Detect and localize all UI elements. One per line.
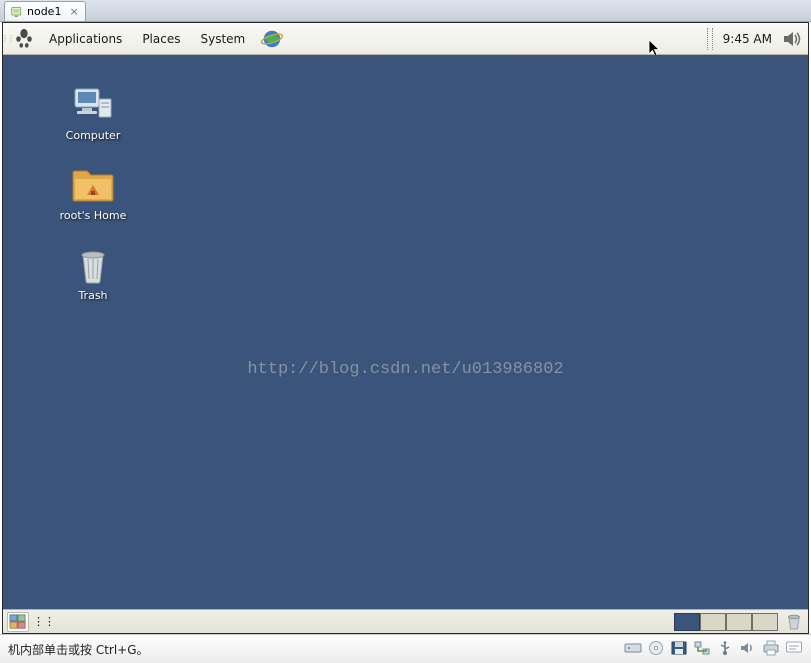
panel-right-cluster: 9:45 AM — [707, 23, 802, 54]
network-icon[interactable] — [693, 640, 711, 659]
panel-handle[interactable]: ⋮⋮ — [3, 23, 11, 54]
desktop-icon-computer[interactable]: Computer — [43, 85, 143, 142]
workspace-3[interactable] — [726, 613, 752, 631]
clock[interactable]: 9:45 AM — [719, 32, 776, 46]
show-desktop-button[interactable] — [7, 612, 29, 632]
vm-tabstrip: node1 × — [0, 0, 811, 22]
message-icon[interactable] — [785, 640, 803, 659]
cd-icon[interactable] — [647, 640, 665, 659]
gnome-bottom-panel: ⋮⋮ — [3, 609, 808, 633]
vm-icon — [11, 6, 23, 18]
browser-launcher-icon[interactable] — [261, 28, 283, 50]
menu-places[interactable]: Places — [132, 23, 190, 54]
gnome-foot-icon[interactable] — [13, 28, 35, 50]
workspace-switcher[interactable] — [674, 613, 778, 631]
close-icon[interactable]: × — [69, 5, 78, 18]
desktop-icon-trash[interactable]: Trash — [43, 245, 143, 302]
home-folder-icon — [69, 165, 117, 205]
vm-tab-label: node1 — [27, 5, 61, 18]
vm-tab-node1[interactable]: node1 × — [4, 1, 86, 21]
desktop-icon-home[interactable]: root's Home — [43, 165, 143, 222]
sound-icon[interactable] — [739, 640, 757, 659]
desktop-icon-label: Computer — [66, 129, 121, 142]
trash-icon — [69, 245, 117, 285]
vm-status-hint: 机内部单击或按 Ctrl+G。 — [8, 641, 149, 658]
usb-icon[interactable] — [716, 640, 734, 659]
desktop-icon-label: root's Home — [60, 209, 127, 222]
menu-applications[interactable]: Applications — [39, 23, 132, 54]
computer-icon — [69, 85, 117, 125]
printer-icon[interactable] — [762, 640, 780, 659]
floppy-icon[interactable] — [670, 640, 688, 659]
panel-grip[interactable] — [707, 28, 713, 50]
vm-host-statusbar: 机内部单击或按 Ctrl+G。 — [0, 634, 811, 663]
workspace-4[interactable] — [752, 613, 778, 631]
workspace-2[interactable] — [700, 613, 726, 631]
guest-desktop-frame: ⋮⋮ Applications Places System 9:45 AM C — [2, 22, 809, 634]
trash-applet-icon[interactable] — [784, 612, 804, 632]
volume-icon[interactable] — [782, 29, 802, 49]
menu-system[interactable]: System — [190, 23, 255, 54]
gnome-top-panel: ⋮⋮ Applications Places System 9:45 AM — [3, 23, 808, 55]
desktop-icon-label: Trash — [78, 289, 107, 302]
workspace-1[interactable] — [674, 613, 700, 631]
vm-device-tray — [624, 640, 803, 659]
watermark-text: http://blog.csdn.net/u013986802 — [3, 360, 808, 379]
desktop-area[interactable]: Computer root's Home Trash http://blog.c… — [3, 55, 808, 609]
hdd-icon[interactable] — [624, 640, 642, 659]
panel-handle[interactable]: ⋮⋮ — [33, 615, 55, 628]
